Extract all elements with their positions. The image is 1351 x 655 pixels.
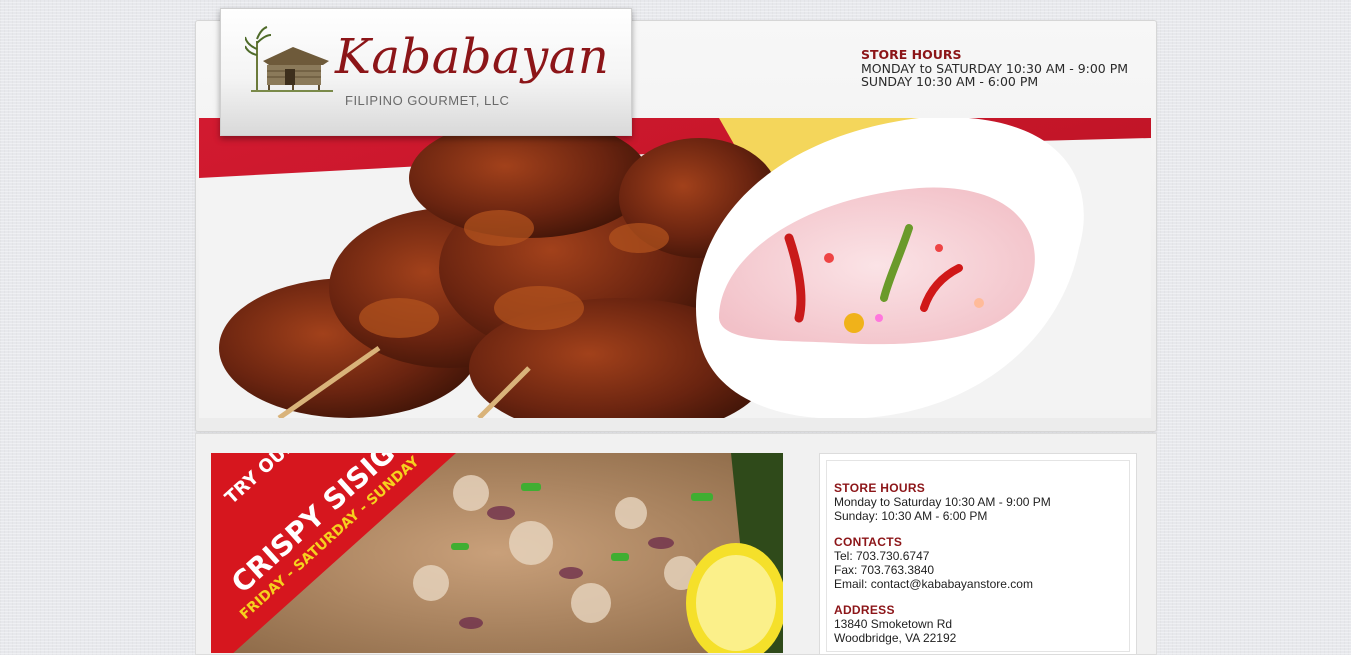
sidebar-address-title: ADDRESS (834, 603, 895, 617)
sidebar-hours: STORE HOURS Monday to Saturday 10:30 AM … (834, 481, 1051, 523)
hero-banner-image (199, 118, 1151, 418)
header-store-hours: STORE HOURS MONDAY to SATURDAY 10:30 AM … (861, 48, 1128, 89)
header-hours-weekdays: MONDAY to SATURDAY 10:30 AM - 9:00 PM (861, 60, 1129, 76)
contact-email-row: Email: contact@kababayanstore.com (834, 577, 1033, 591)
contact-email-link[interactable]: contact@kababayanstore.com (871, 577, 1033, 591)
address-line2: Woodbridge, VA 22192 (834, 631, 957, 645)
crispy-sisig-promo-image[interactable]: TRY OUR NEW CRISPY SISIG! FRIDAY - SATUR… (211, 453, 783, 653)
sidebar-hours-title: STORE HOURS (834, 481, 926, 495)
sidebar-hours-sunday: Sunday: 10:30 AM - 6:00 PM (834, 509, 988, 523)
sidebar-contacts: CONTACTS Tel: 703.730.6747 Fax: 703.763.… (834, 535, 1033, 591)
header-hours-sunday: SUNDAY 10:30 AM - 6:00 PM (861, 74, 1039, 89)
header-hours-title: STORE HOURS (861, 47, 962, 62)
sidebar-contacts-title: CONTACTS (834, 535, 903, 549)
site-logo[interactable]: Kababayan FILIPINO GOURMET, LLC (220, 8, 632, 136)
contact-fax: Fax: 703.763.3840 (834, 563, 935, 577)
address-line1: 13840 Smoketown Rd (834, 617, 953, 631)
contact-email-label: Email: (834, 577, 871, 591)
logo-subtitle: FILIPINO GOURMET, LLC (345, 93, 510, 108)
logo-brand-name: Kababayan (335, 29, 610, 85)
sidebar-hours-weekdays: Monday to Saturday 10:30 AM - 9:00 PM (834, 495, 1051, 509)
contact-tel: Tel: 703.730.6747 (834, 549, 930, 563)
nipa-hut-icon (245, 26, 333, 92)
